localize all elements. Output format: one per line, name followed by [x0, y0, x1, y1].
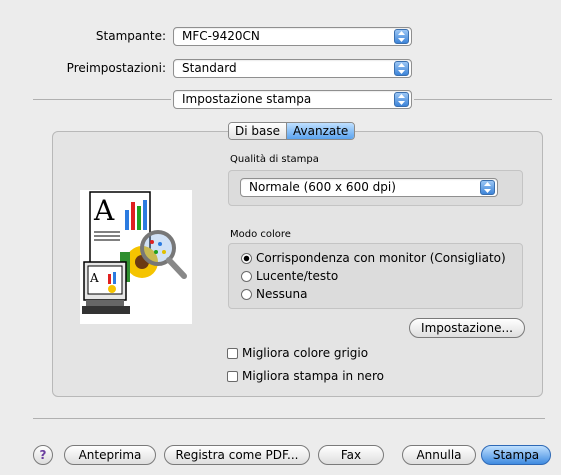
svg-text:A: A: [89, 271, 99, 285]
radio-label: Lucente/testo: [256, 269, 339, 283]
presets-label: Preimpostazioni:: [66, 61, 166, 75]
panel-popup[interactable]: Impostazione stampa: [173, 90, 412, 109]
preview-button[interactable]: Anteprima: [64, 445, 156, 465]
presets-value: Standard: [182, 61, 237, 75]
help-button[interactable]: ?: [33, 445, 53, 465]
radio-label: Nessuna: [256, 287, 308, 301]
checkbox-label: Migliora stampa in nero: [242, 369, 384, 383]
checkbox-improve-black[interactable]: Migliora stampa in nero: [227, 369, 384, 383]
checkbox-label: Migliora colore grigio: [242, 346, 369, 360]
save-pdf-button[interactable]: Registra come PDF...: [164, 445, 310, 465]
checkbox-improve-gray[interactable]: Migliora colore grigio: [227, 346, 368, 360]
radio-label: Corrispondenza con monitor (Consigliato): [256, 251, 506, 265]
radio-glossy-text[interactable]: Lucente/testo: [241, 269, 338, 283]
quality-value: Normale (600 x 600 dpi): [249, 180, 396, 194]
print-illustration: A A: [80, 190, 192, 324]
radio-monitor-match[interactable]: Corrispondenza con monitor (Consigliato): [241, 251, 506, 265]
popup-arrows-icon: [394, 92, 409, 107]
panel-value: Impostazione stampa: [182, 92, 312, 106]
checkbox[interactable]: [227, 347, 238, 359]
settings-button[interactable]: Impostazione...: [409, 318, 525, 338]
printer-value: MFC-9420CN: [182, 29, 260, 43]
separator-left: [33, 99, 171, 100]
tab-control: Di base Avanzate: [228, 122, 356, 140]
cancel-button[interactable]: Annulla: [402, 445, 476, 465]
tab-advanced[interactable]: Avanzate: [287, 123, 355, 139]
checkbox[interactable]: [227, 370, 238, 382]
presets-popup[interactable]: Standard: [173, 59, 412, 78]
separator-right: [414, 99, 552, 100]
svg-text:A: A: [93, 194, 115, 227]
radio-button[interactable]: [241, 270, 252, 282]
footer-separator: [33, 418, 545, 419]
quality-popup[interactable]: Normale (600 x 600 dpi): [240, 178, 498, 197]
tab-basic[interactable]: Di base: [229, 123, 287, 139]
quality-label: Qualità di stampa: [230, 154, 319, 165]
popup-arrows-icon: [394, 29, 409, 44]
printer-illustration-icon: A A: [82, 191, 187, 314]
popup-arrows-icon: [394, 61, 409, 76]
radio-none[interactable]: Nessuna: [241, 287, 307, 301]
popup-arrows-icon: [480, 180, 495, 195]
printer-popup[interactable]: MFC-9420CN: [173, 27, 412, 46]
color-mode-label: Modo colore: [230, 229, 291, 240]
radio-button[interactable]: [241, 252, 252, 264]
fax-button[interactable]: Fax: [318, 445, 384, 465]
print-button[interactable]: Stampa: [481, 445, 551, 465]
radio-button[interactable]: [241, 288, 252, 300]
printer-label: Stampante:: [95, 29, 166, 43]
